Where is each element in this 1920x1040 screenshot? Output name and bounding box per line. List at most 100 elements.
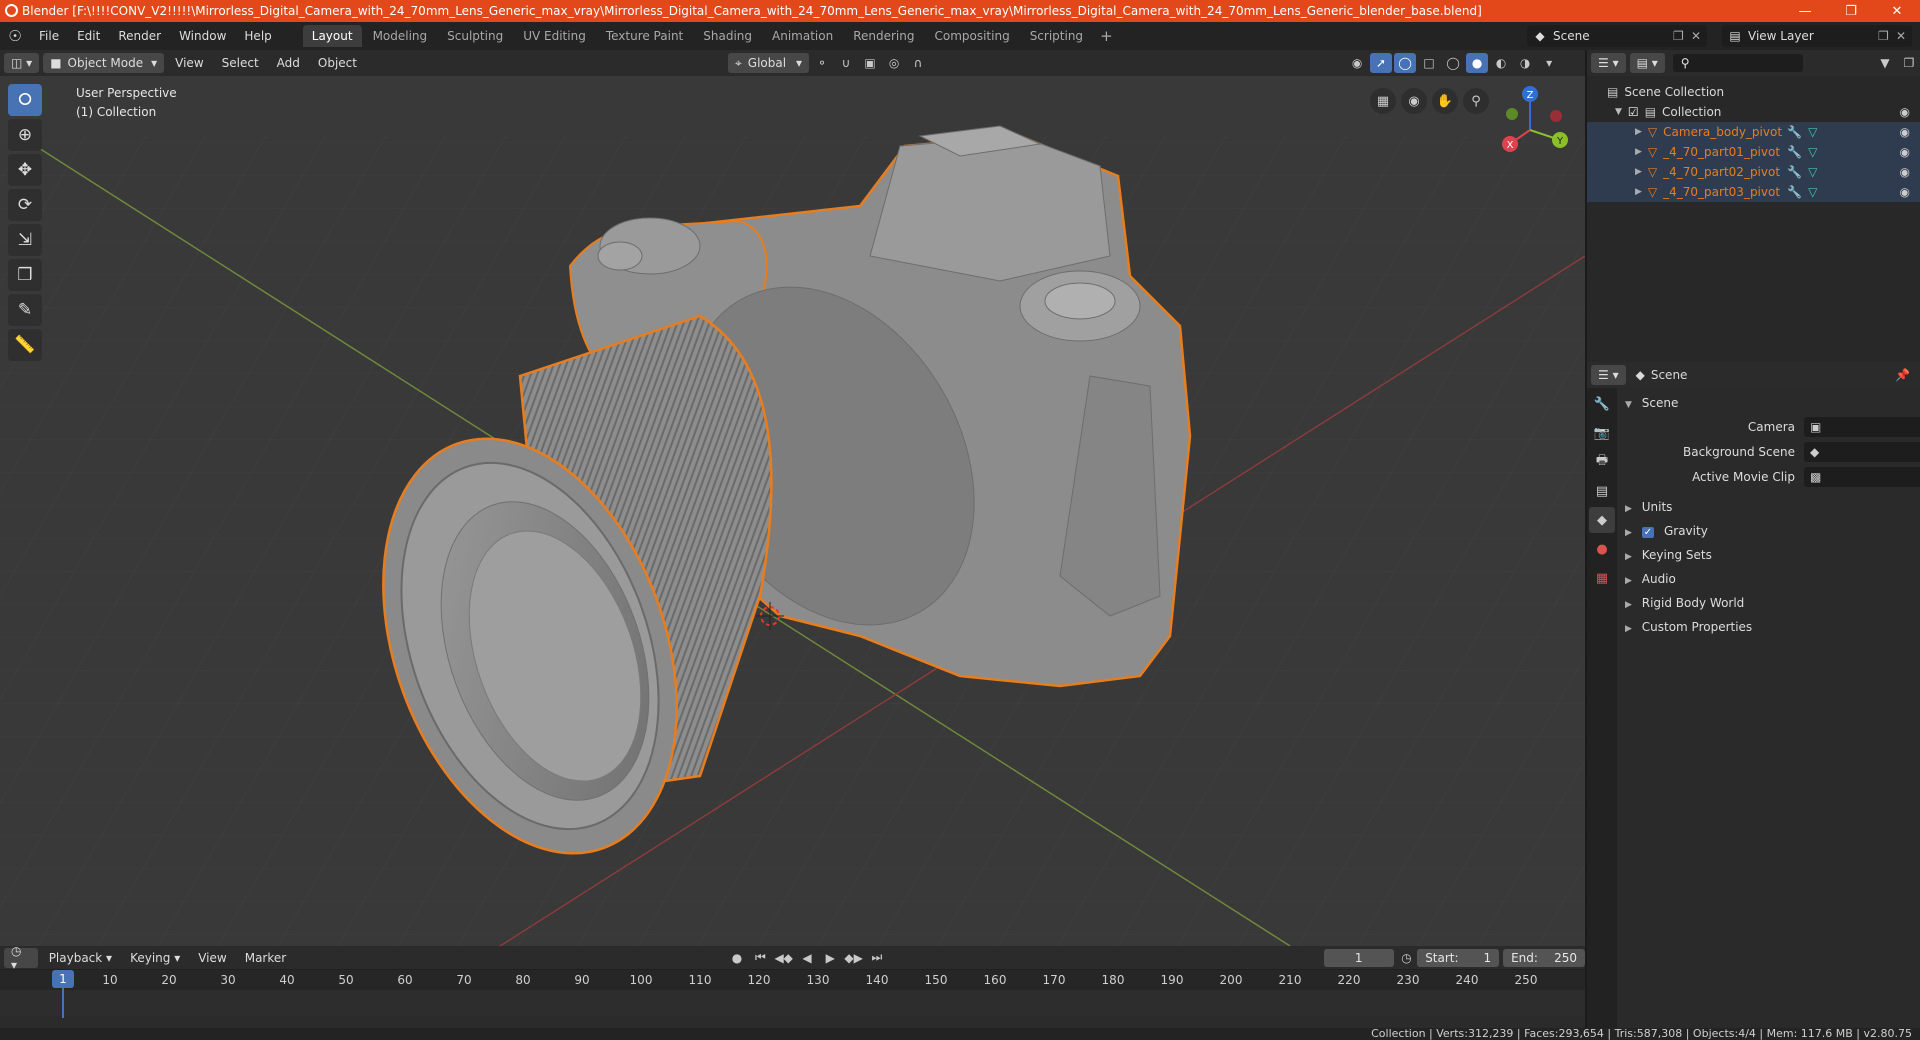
wireframe-shading-icon[interactable]: ◯ xyxy=(1442,53,1464,73)
menu-add[interactable]: Add xyxy=(270,53,307,73)
tab-compositing[interactable]: Compositing xyxy=(925,25,1018,47)
editor-type-button[interactable]: ◫ ▾ xyxy=(4,53,40,73)
jump-start-icon[interactable]: ⏮ xyxy=(750,948,771,968)
scale-tool-icon[interactable]: ⇲ xyxy=(8,224,42,256)
move-tool-icon[interactable]: ✥ xyxy=(8,154,42,186)
zoom-icon[interactable]: ⚲ xyxy=(1463,88,1489,114)
restore-icon[interactable]: ❐ xyxy=(1828,4,1874,19)
camera-field[interactable]: ▣ ✒ xyxy=(1804,417,1920,437)
outliner-object-row[interactable]: ▶ ▽ _4_70_part02_pivot 🔧 ▽ ◉ xyxy=(1587,162,1920,182)
filter-icon[interactable]: ▼ xyxy=(1874,53,1896,73)
proportional-edit-icon[interactable]: ◎ xyxy=(883,53,905,73)
expand-arrow-icon[interactable]: ▶ xyxy=(1635,167,1642,177)
pin-icon[interactable]: 📌 xyxy=(1895,368,1910,382)
gizmo-toggle-icon[interactable]: ➚ xyxy=(1370,53,1393,73)
menu-edit[interactable]: Edit xyxy=(68,29,109,43)
scene-tab-icon[interactable]: ◆ xyxy=(1589,507,1615,533)
outliner-scene-collection[interactable]: ▤ Scene Collection xyxy=(1587,82,1920,102)
tool-tab-icon[interactable]: 🔧 xyxy=(1589,391,1615,417)
new-view-layer-icon[interactable]: ❐ xyxy=(1878,29,1896,43)
scene-panel-header[interactable]: ▼ Scene xyxy=(1625,396,1678,410)
menu-keying[interactable]: Keying ▾ xyxy=(123,948,187,968)
mesh-data-icon[interactable]: ▽ xyxy=(1808,185,1817,199)
view-layer-selector[interactable]: ▤ View Layer ❐ ✕ xyxy=(1722,25,1912,47)
audio-panel[interactable]: ▶ Audio xyxy=(1625,572,1676,586)
gravity-checkbox[interactable]: ✓ xyxy=(1641,527,1655,538)
cursor-tool-icon[interactable]: ⊕ xyxy=(8,119,42,151)
jump-end-icon[interactable]: ⏭ xyxy=(866,948,887,968)
rigid-body-world-panel[interactable]: ▶ Rigid Body World xyxy=(1625,596,1744,610)
clock-icon[interactable]: ◷ xyxy=(1396,948,1417,968)
menu-window[interactable]: Window xyxy=(170,29,235,43)
output-tab-icon[interactable]: 🖶 xyxy=(1589,449,1615,475)
expand-arrow-icon[interactable]: ▶ xyxy=(1635,127,1642,137)
mode-dropdown[interactable]: ■ Object Mode ▾ xyxy=(43,53,165,73)
modifier-wrench-icon[interactable]: 🔧 xyxy=(1787,145,1802,159)
expand-arrow-icon[interactable]: ▶ xyxy=(1635,187,1642,197)
3d-viewport[interactable]: Z Y X ⭘ ⊕ ✥ ⟳ ⇲ ❒ ✎ 📏 User Perspective (… xyxy=(0,76,1585,946)
camera-view-icon[interactable]: ◉ xyxy=(1401,88,1427,114)
custom-properties-panel[interactable]: ▶ Custom Properties xyxy=(1625,620,1752,634)
menu-file[interactable]: File xyxy=(30,29,68,43)
start-frame-field[interactable]: Start: 1 xyxy=(1417,948,1500,967)
texture-tab-icon[interactable]: ▦ xyxy=(1589,565,1615,591)
rendered-shading-icon[interactable]: ◑ xyxy=(1514,53,1536,73)
snap-target-icon[interactable]: ▣ xyxy=(859,53,881,73)
expand-arrow-icon[interactable]: ▶ xyxy=(1635,147,1642,157)
select-box-icon[interactable]: ⭘ xyxy=(8,84,42,116)
expand-arrow-icon[interactable]: ▼ xyxy=(1615,107,1622,117)
close-icon[interactable]: ✕ xyxy=(1874,4,1920,19)
xray-icon[interactable]: □ xyxy=(1418,53,1440,73)
tab-scripting[interactable]: Scripting xyxy=(1021,25,1092,47)
rotate-tool-icon[interactable]: ⟳ xyxy=(8,189,42,221)
tab-rendering[interactable]: Rendering xyxy=(844,25,923,47)
visibility-icon[interactable]: ◉ xyxy=(1346,53,1368,73)
gravity-panel[interactable]: ▶ ✓ Gravity xyxy=(1625,524,1708,538)
shading-options-icon[interactable]: ▾ xyxy=(1538,53,1560,73)
add-workspace-icon[interactable]: + xyxy=(1092,27,1121,45)
eye-icon[interactable]: ◉ xyxy=(1900,165,1910,179)
mesh-data-icon[interactable]: ▽ xyxy=(1808,165,1817,179)
material-shading-icon[interactable]: ◐ xyxy=(1490,53,1512,73)
minimize-icon[interactable]: — xyxy=(1782,4,1828,19)
mesh-data-icon[interactable]: ▽ xyxy=(1808,125,1817,139)
grid-toggle-icon[interactable]: ▦ xyxy=(1370,88,1396,114)
orientation-dropdown[interactable]: ⌖ Global ▾ xyxy=(728,53,810,73)
viewport-canvas[interactable]: Z Y X xyxy=(0,76,1585,946)
measure-tool-icon[interactable]: 📏 xyxy=(8,329,42,361)
eye-icon[interactable]: ◉ xyxy=(1900,185,1910,199)
view-layer-tab-icon[interactable]: ▤ xyxy=(1589,478,1615,504)
gizmo-neg-x-icon[interactable] xyxy=(1550,110,1562,122)
next-keyframe-icon[interactable]: ◆▶ xyxy=(843,948,864,968)
menu-marker[interactable]: Marker xyxy=(238,948,293,968)
pan-hand-icon[interactable]: ✋ xyxy=(1432,88,1458,114)
eye-icon[interactable]: ◉ xyxy=(1900,145,1910,159)
display-mode-icon[interactable]: ▤ ▾ xyxy=(1629,53,1665,73)
solid-shading-icon[interactable]: ● xyxy=(1466,53,1489,73)
pivot-point-icon[interactable]: ⚬ xyxy=(811,53,833,73)
menu-object[interactable]: Object xyxy=(311,53,364,73)
world-tab-icon[interactable]: ● xyxy=(1589,536,1615,562)
gizmo-neg-y-icon[interactable] xyxy=(1506,108,1518,120)
units-panel[interactable]: ▶ Units xyxy=(1625,500,1672,514)
outliner-object-row[interactable]: ▶ ▽ Camera_body_pivot 🔧 ▽ ◉ xyxy=(1587,122,1920,142)
outliner-editor-type-icon[interactable]: ☰ ▾ xyxy=(1591,53,1626,73)
end-frame-field[interactable]: End: 250 xyxy=(1503,948,1585,967)
play-reverse-icon[interactable]: ◀ xyxy=(796,948,817,968)
scene-selector[interactable]: ◆ Scene ❐ ✕ xyxy=(1527,25,1707,47)
snap-icon[interactable]: ∪ xyxy=(835,53,857,73)
properties-editor-type-icon[interactable]: ☰ ▾ xyxy=(1591,365,1626,385)
delete-scene-icon[interactable]: ✕ xyxy=(1691,29,1707,43)
timeline-track[interactable] xyxy=(0,990,1585,1016)
delete-view-layer-icon[interactable]: ✕ xyxy=(1896,29,1912,43)
modifier-wrench-icon[interactable]: 🔧 xyxy=(1787,185,1802,199)
frame-ruler[interactable]: 10 20 30 40 50 60 70 80 90 100 110 120 130 140 150 160 1… xyxy=(0,970,1585,990)
blender-menu-icon[interactable]: ☉ xyxy=(0,27,30,45)
active-movie-clip-field[interactable]: ▩ xyxy=(1804,467,1920,487)
collection-checkbox[interactable]: ☑ xyxy=(1628,105,1639,119)
menu-render[interactable]: Render xyxy=(109,29,170,43)
menu-help[interactable]: Help xyxy=(235,29,280,43)
tab-layout[interactable]: Layout xyxy=(302,25,362,47)
modifier-wrench-icon[interactable]: 🔧 xyxy=(1787,125,1802,139)
new-scene-icon[interactable]: ❐ xyxy=(1673,29,1691,43)
